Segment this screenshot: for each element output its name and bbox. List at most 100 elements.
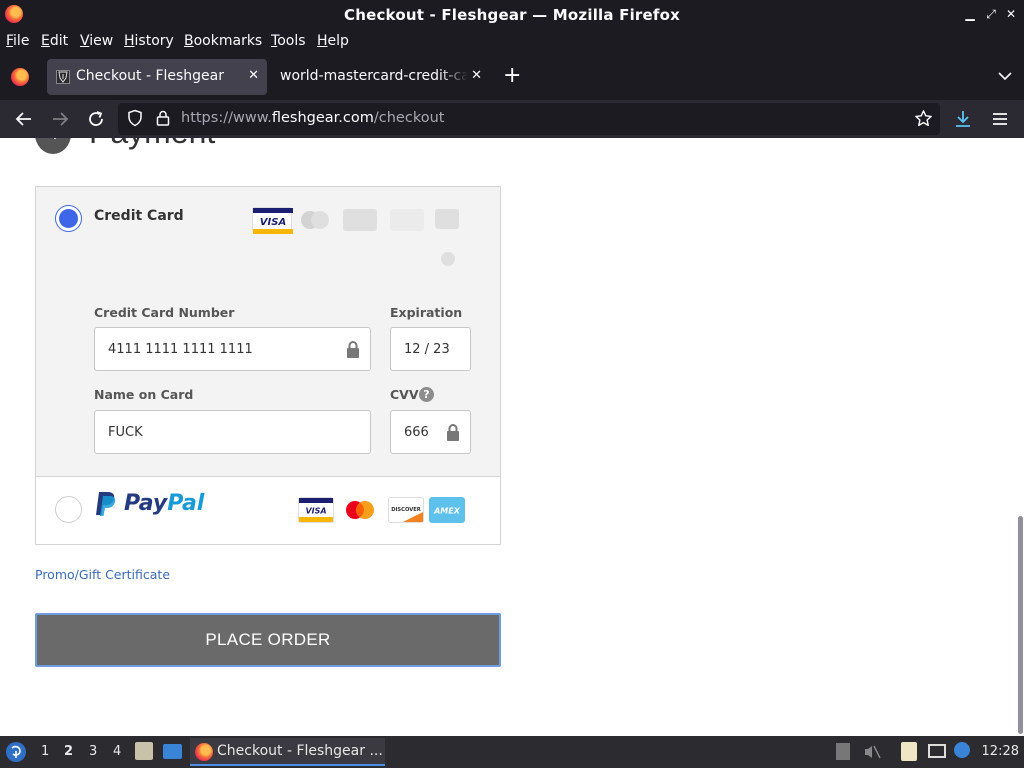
clipboard-icon[interactable]	[836, 743, 850, 760]
amex-card-icon	[343, 209, 377, 231]
firefox-icon	[195, 743, 213, 761]
mastercard-icon	[298, 209, 332, 231]
volume-muted-icon[interactable]	[863, 743, 881, 765]
window-title: Checkout - Fleshgear — Mozilla Firefox	[344, 6, 680, 24]
card-number-input[interactable]: 4111 1111 1111 1111	[94, 327, 371, 371]
desktop-icon[interactable]	[163, 744, 182, 759]
menu-tools[interactable]: Tools	[271, 33, 306, 49]
step-number: 4	[35, 138, 71, 154]
help-question-icon[interactable]: ?	[419, 387, 434, 402]
payment-methods: Credit Card VISA Credit Card Number 4111…	[35, 186, 501, 545]
credit-card-label: Credit Card	[94, 208, 184, 224]
tab-label: Checkout - Fleshgear	[76, 68, 225, 84]
svg-text:DISCOVER: DISCOVER	[391, 507, 421, 513]
tab-label: world-mastercard-credit-card	[280, 68, 468, 84]
url-path: /checkout	[373, 110, 445, 126]
forward-arrow-icon[interactable]	[50, 109, 70, 129]
menu-bar: File Edit View History Bookmarks Tools H…	[0, 30, 1024, 54]
cvv-value: 666	[404, 425, 429, 440]
maximize-icon[interactable]: ⤢	[983, 6, 999, 22]
minimize-icon[interactable]: ▁	[962, 6, 978, 22]
new-tab-plus-icon[interactable]: +	[503, 64, 521, 88]
promo-gift-link[interactable]: Promo/Gift Certificate	[35, 567, 170, 582]
discover-card-icon: DISCOVER	[388, 497, 424, 523]
expiration-label: Expiration	[390, 305, 463, 320]
paypal-logo-icon	[94, 491, 118, 521]
menu-view[interactable]: View	[80, 33, 113, 49]
clock: 12:28	[981, 744, 1019, 759]
workspace-3[interactable]: 3	[89, 744, 97, 759]
navigation-bar: https://www.fleshgear.com/checkout	[0, 100, 1024, 138]
url-domain: fleshgear.com	[271, 110, 374, 126]
paypal-text-pay: Pay	[124, 491, 168, 516]
download-icon[interactable]	[953, 109, 973, 129]
reload-icon[interactable]	[86, 109, 106, 129]
firefox-view-icon[interactable]	[11, 68, 29, 86]
svg-text:AMEX: AMEX	[433, 507, 461, 516]
file-manager-icon[interactable]	[135, 742, 153, 760]
lock-icon	[346, 341, 360, 362]
notification-icon[interactable]	[954, 742, 970, 758]
window-titlebar: Checkout - Fleshgear — Mozilla Firefox ▁…	[0, 0, 1024, 30]
hamburger-menu-icon[interactable]	[990, 109, 1010, 129]
tab-mastercard[interactable]: world-mastercard-credit-card ✕	[272, 59, 490, 95]
name-on-card-label: Name on Card	[94, 387, 194, 402]
page-scrollbar[interactable]	[1018, 516, 1023, 734]
menu-edit[interactable]: Edit	[41, 33, 68, 49]
discover-card-icon	[390, 209, 424, 231]
tab-checkout[interactable]: Checkout - Fleshgear ✕	[47, 59, 267, 95]
cvv-input[interactable]: 666	[390, 410, 471, 454]
cvv-label: CVV	[390, 387, 419, 402]
taskbar: 1 2 3 4 Checkout - Fleshgear ... 12:28	[0, 736, 1024, 768]
page-content: 4 Payment Credit Card VISA Credit Card N…	[0, 138, 1024, 736]
workspace-4[interactable]: 4	[113, 744, 121, 759]
jcb-card-icon	[435, 209, 459, 229]
mastercard-icon	[343, 498, 377, 522]
menu-help[interactable]: Help	[317, 33, 349, 49]
close-icon[interactable]: ✕	[1003, 6, 1019, 22]
visa-card-icon: VISA	[252, 207, 293, 234]
paypal-text-pal: Pal	[167, 491, 205, 516]
workspace-1[interactable]: 1	[41, 744, 49, 759]
url-prefix: https://www.	[181, 110, 272, 126]
notes-icon[interactable]	[901, 742, 917, 761]
shield-icon[interactable]	[126, 109, 146, 129]
menu-bookmarks[interactable]: Bookmarks	[184, 33, 262, 49]
credit-card-section: Credit Card VISA Credit Card Number 4111…	[36, 187, 500, 477]
svg-text:VISA: VISA	[260, 217, 286, 228]
network-icon[interactable]	[928, 744, 946, 758]
name-on-card-input[interactable]: FUCK	[94, 410, 371, 454]
expiration-input[interactable]: 12 / 23	[390, 327, 471, 371]
fleshgear-favicon-icon	[56, 70, 70, 84]
taskbar-firefox-task[interactable]: Checkout - Fleshgear ...	[190, 738, 385, 766]
lock-icon	[446, 424, 460, 445]
task-label: Checkout - Fleshgear ...	[217, 743, 383, 759]
lock-icon[interactable]	[154, 109, 174, 129]
url-bar[interactable]: https://www.fleshgear.com/checkout	[118, 103, 940, 135]
name-on-card-value: FUCK	[108, 425, 143, 440]
chevron-down-icon[interactable]	[998, 68, 1012, 87]
card-number-label: Credit Card Number	[94, 305, 235, 320]
visa-card-icon: VISA	[298, 497, 334, 523]
cvv-label-group: CVV ?	[390, 387, 450, 403]
paypal-wordmark: PayPal	[124, 491, 204, 516]
expiration-value: 12 / 23	[404, 342, 450, 357]
tab-bar: Checkout - Fleshgear ✕ world-mastercard-…	[0, 54, 1024, 100]
tab-close-icon[interactable]: ✕	[471, 68, 482, 83]
menu-file[interactable]: File	[6, 33, 29, 49]
credit-card-radio[interactable]	[55, 205, 82, 232]
bookmark-star-icon[interactable]	[914, 109, 934, 129]
workspace-2[interactable]: 2	[64, 744, 73, 759]
start-menu-icon[interactable]	[5, 741, 27, 767]
back-arrow-icon[interactable]	[14, 109, 34, 129]
url-text[interactable]: https://www.fleshgear.com/checkout	[181, 110, 444, 126]
place-order-button[interactable]: PLACE ORDER	[35, 613, 501, 667]
section-title: Payment	[89, 138, 215, 151]
paypal-section: PayPal VISA DISCOVER AMEX	[36, 477, 500, 544]
menu-history[interactable]: History	[124, 33, 174, 49]
svg-text:VISA: VISA	[305, 507, 326, 516]
diners-card-icon	[441, 252, 455, 266]
tab-close-icon[interactable]: ✕	[248, 68, 259, 83]
card-number-value: 4111 1111 1111 1111	[108, 342, 253, 357]
amex-card-icon: AMEX	[429, 497, 465, 523]
